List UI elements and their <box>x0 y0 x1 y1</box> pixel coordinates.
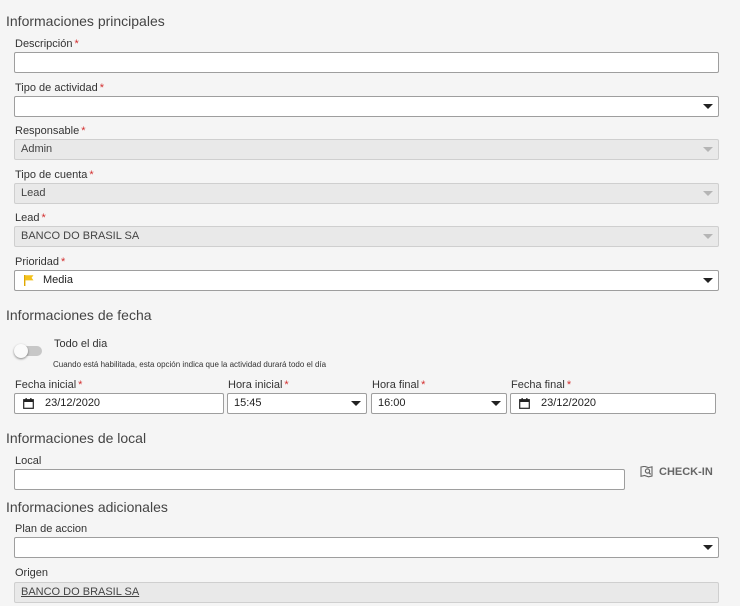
checkin-label: CHECK-IN <box>659 466 713 478</box>
lead-select: BANCO DO BRASIL SA <box>14 226 719 247</box>
lead-label: Lead * <box>15 212 46 224</box>
fecha-final-input[interactable]: 23/12/2020 <box>510 393 716 414</box>
chevron-down-icon <box>703 191 713 196</box>
section-title-extra: Informaciones adicionales <box>6 499 168 515</box>
prioridad-select[interactable]: Media <box>14 270 719 291</box>
tipo-cuenta-select: Lead <box>14 183 719 204</box>
calendar-icon <box>23 398 34 409</box>
responsable-select: Admin <box>14 139 719 160</box>
map-pin-icon <box>640 466 653 478</box>
chevron-down-icon <box>703 545 713 550</box>
origen-link[interactable]: BANCO DO BRASIL SA <box>21 586 139 598</box>
checkin-button[interactable]: CHECK-IN <box>640 466 713 478</box>
section-title-main: Informaciones principales <box>6 13 165 29</box>
chevron-down-icon <box>703 278 713 283</box>
chevron-down-icon <box>351 401 361 406</box>
descripcion-label: Descripción * <box>15 38 79 50</box>
fecha-inicial-input[interactable]: 23/12/2020 <box>14 393 224 414</box>
plan-accion-label: Plan de accion <box>15 523 88 535</box>
chevron-down-icon <box>491 401 501 406</box>
todo-dia-label: Todo el dia <box>54 338 108 350</box>
tipo-cuenta-label: Tipo de cuenta * <box>15 169 94 181</box>
todo-dia-helper: Cuando está habilitada, esta opción indi… <box>53 360 327 369</box>
flag-icon <box>24 275 34 286</box>
section-title-local: Informaciones de local <box>6 430 147 446</box>
todo-dia-toggle[interactable] <box>14 344 42 358</box>
chevron-down-icon <box>703 234 713 239</box>
hora-inicial-select[interactable]: 15:45 <box>227 393 367 414</box>
origen-label: Origen <box>15 567 49 579</box>
origen-field: BANCO DO BRASIL SA <box>14 582 719 603</box>
tipo-actividad-select[interactable] <box>14 96 719 117</box>
section-title-date: Informaciones de fecha <box>6 307 152 323</box>
responsable-label: Responsable * <box>15 125 86 137</box>
hora-inicial-label: Hora inicial * <box>228 379 289 391</box>
hora-final-select[interactable]: 16:00 <box>371 393 507 414</box>
tipo-actividad-label: Tipo de actividad * <box>15 82 105 94</box>
calendar-icon <box>519 398 530 409</box>
fecha-final-label: Fecha final * <box>511 379 572 391</box>
toggle-knob <box>14 344 28 358</box>
hora-final-label: Hora final * <box>372 379 426 391</box>
local-label: Local <box>15 455 42 467</box>
fecha-inicial-label: Fecha inicial * <box>15 379 83 391</box>
chevron-down-icon <box>703 104 713 109</box>
local-input[interactable] <box>14 469 625 490</box>
descripcion-input[interactable] <box>14 52 719 73</box>
prioridad-label: Prioridad * <box>15 256 66 268</box>
plan-accion-select[interactable] <box>14 537 719 558</box>
chevron-down-icon <box>703 147 713 152</box>
